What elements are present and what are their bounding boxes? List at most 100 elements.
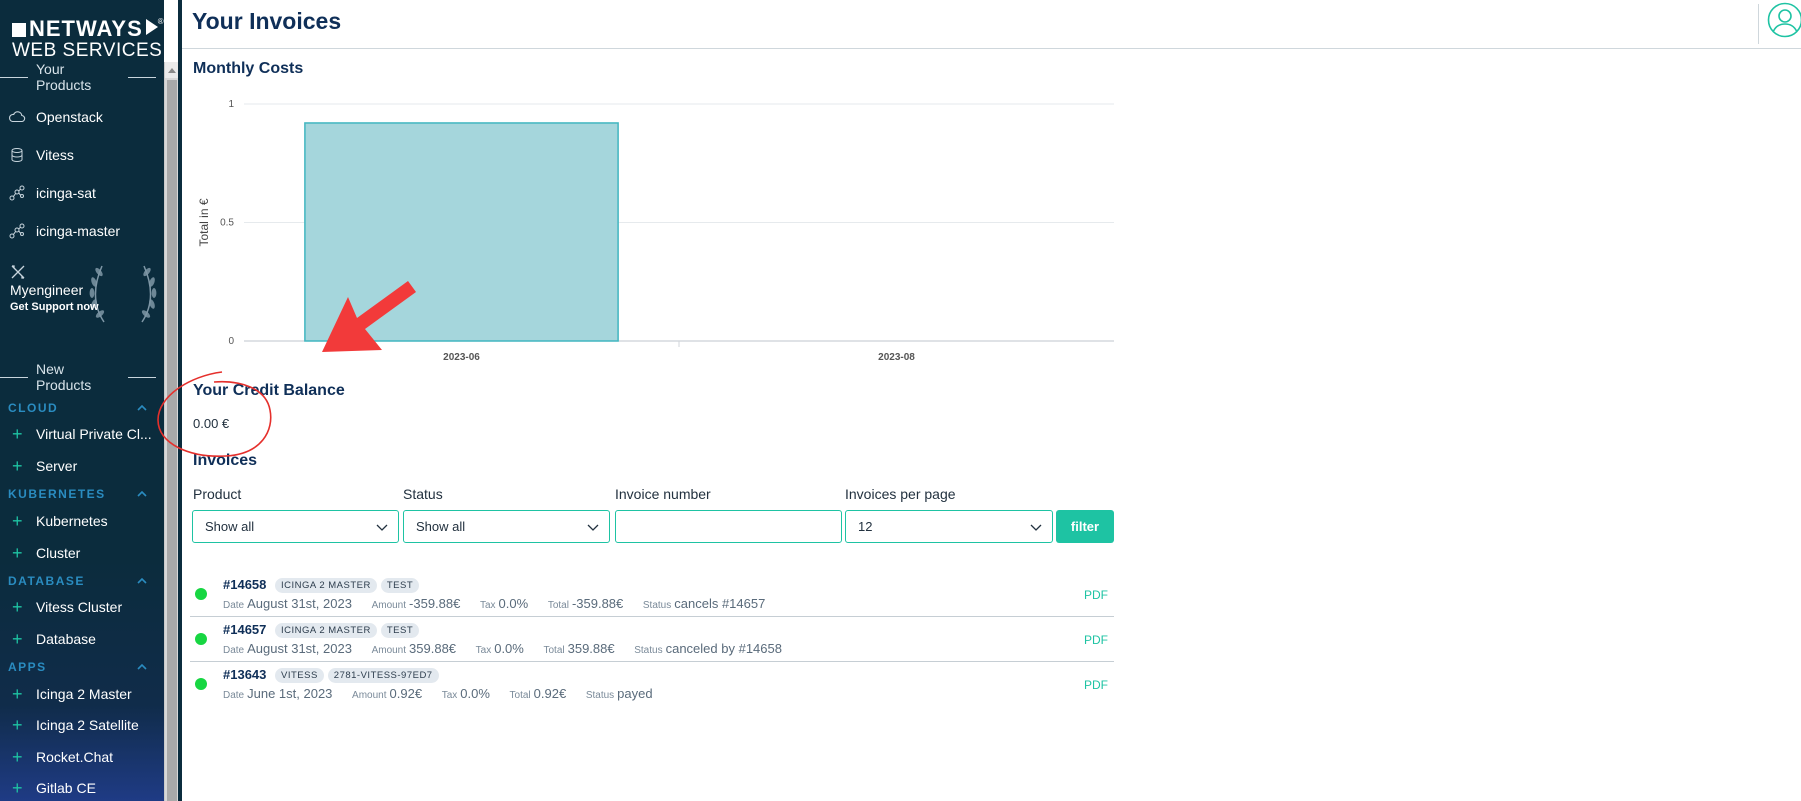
- cloud-icon: [8, 108, 26, 126]
- filter-button[interactable]: filter: [1056, 510, 1114, 543]
- pdf-download-link[interactable]: PDF: [1084, 588, 1108, 602]
- amount-key: Amount: [371, 600, 407, 611]
- netways-logo[interactable]: NETWAYS ® WEB SERVICES: [12, 10, 164, 61]
- chart-y-tick-label: 0: [228, 336, 234, 347]
- status-dot: [195, 678, 207, 690]
- new-product-rocket-chat[interactable]: + Rocket.Chat: [12, 747, 113, 767]
- category-label: DATABASE: [8, 574, 85, 588]
- category-apps[interactable]: APPS: [8, 659, 148, 675]
- category-label: CLOUD: [8, 401, 59, 415]
- sidebar-item-label: icinga-master: [36, 223, 121, 239]
- total-key: Total: [509, 690, 531, 701]
- invoice-amount: 0.92€: [389, 686, 423, 701]
- monthly-costs-chart: 0 0.5 1 2023-06 2023-08 Total in €: [197, 99, 1114, 363]
- new-product-gitlab-ce[interactable]: + Gitlab CE: [12, 778, 96, 798]
- status-select[interactable]: Show all: [403, 510, 610, 543]
- chart-y-tick-label: 0.5: [220, 218, 234, 229]
- laurel-wreath-icon: [89, 265, 157, 323]
- invoice-row[interactable]: #14657 ICINGA 2 MASTER TEST Date August 3…: [190, 618, 1114, 662]
- scrollbar-thumb[interactable]: [167, 80, 177, 801]
- chart-x-tick-label: 2023-08: [878, 352, 915, 363]
- tax-key: Tax: [441, 690, 458, 701]
- category-cloud[interactable]: CLOUD: [8, 400, 148, 416]
- product-filter-label: Product: [193, 486, 242, 502]
- plus-icon: +: [12, 597, 23, 617]
- pdf-download-link[interactable]: PDF: [1084, 678, 1108, 692]
- new-product-label: Database: [36, 631, 96, 647]
- invoice-date: June 1st, 2023: [247, 686, 333, 701]
- new-product-label: Icinga 2 Satellite: [36, 717, 139, 733]
- product-select[interactable]: Show all: [192, 510, 399, 543]
- myengineer-support-link[interactable]: Myengineer Get Support now: [8, 262, 163, 332]
- invoice-row[interactable]: #14658 ICINGA 2 MASTER TEST Date August 3…: [190, 573, 1114, 617]
- amount-key: Amount: [371, 645, 407, 656]
- new-product-label: Server: [36, 458, 78, 474]
- sidebar-item-icinga-master[interactable]: icinga-master: [8, 220, 120, 242]
- invoices-per-page-select[interactable]: 12: [845, 510, 1053, 543]
- status-dot: [195, 588, 207, 600]
- plus-icon: +: [12, 543, 23, 563]
- invoice-total: 359.88€: [567, 641, 615, 656]
- new-product-server[interactable]: + Server: [12, 456, 77, 476]
- user-avatar-icon[interactable]: [1767, 2, 1801, 38]
- new-product-vitess-cluster[interactable]: + Vitess Cluster: [12, 597, 122, 617]
- new-product-icinga-2-satellite[interactable]: + Icinga 2 Satellite: [12, 715, 139, 735]
- invoice-total: 0.92€: [533, 686, 567, 701]
- status-key: Status: [634, 645, 663, 656]
- invoice-tag: ICINGA 2 MASTER: [275, 578, 377, 593]
- category-kubernetes[interactable]: KUBERNETES: [8, 486, 148, 502]
- invoices-title: Invoices: [193, 452, 258, 469]
- sidebar-edge: [178, 0, 182, 801]
- new-product-label: Gitlab CE: [36, 780, 96, 796]
- sidebar-item-icinga-sat[interactable]: icinga-sat: [8, 182, 96, 204]
- sidebar-item-label: icinga-sat: [36, 185, 96, 201]
- invoices-per-page-value: 12: [858, 519, 873, 534]
- invoice-amount: 359.88€: [409, 641, 457, 656]
- invoice-number-label: Invoice number: [615, 486, 711, 502]
- invoice-tax: 0.0%: [460, 686, 490, 701]
- sidebar-item-openstack[interactable]: Openstack: [8, 106, 103, 128]
- sidebar-item-vitess[interactable]: Vitess: [8, 144, 74, 166]
- app-root: NETWAYS ® WEB SERVICES Your Products Open…: [0, 0, 1801, 801]
- new-product-icinga-2-master[interactable]: + Icinga 2 Master: [12, 684, 132, 704]
- invoices-per-page-label: Invoices per page: [845, 486, 956, 502]
- chart-x-tick-label: 2023-06: [443, 352, 480, 363]
- invoice-tag: ICINGA 2 MASTER: [275, 623, 377, 638]
- invoice-status: cancels #14657: [674, 596, 766, 611]
- date-key: Date: [223, 600, 245, 611]
- plus-icon: +: [12, 456, 23, 476]
- invoice-tags: ICINGA 2 MASTER TEST: [275, 623, 420, 638]
- status-key: Status: [642, 600, 672, 611]
- total-key: Total: [547, 600, 569, 611]
- status-dot: [195, 633, 207, 645]
- your-products-title: Your Products: [0, 61, 164, 93]
- invoice-number: #14657: [223, 622, 267, 637]
- new-product-kubernetes[interactable]: + Kubernetes: [12, 511, 108, 531]
- invoice-row[interactable]: #13643 VITESS 2781-VITESS-97ED7 Date June…: [190, 663, 1114, 707]
- new-product-cluster[interactable]: + Cluster: [12, 543, 80, 563]
- tools-icon: [11, 265, 25, 279]
- new-product-label: Rocket.Chat: [36, 749, 114, 765]
- new-product-label: Virtual Private Cl...: [36, 426, 152, 442]
- invoice-tax: 0.0%: [498, 596, 529, 611]
- new-product-virtual-private-cloud[interactable]: + Virtual Private Cl...: [12, 424, 152, 444]
- plus-icon: +: [12, 424, 23, 444]
- chevron-up-icon: [137, 490, 147, 497]
- pdf-download-link[interactable]: PDF: [1084, 633, 1108, 647]
- header-divider: [1758, 4, 1759, 44]
- invoice-amount: -359.88€: [409, 596, 461, 611]
- invoice-tags: VITESS 2781-VITESS-97ED7: [275, 668, 439, 683]
- new-product-label: Icinga 2 Master: [36, 686, 132, 702]
- new-product-database[interactable]: + Database: [12, 629, 96, 649]
- invoice-number-input[interactable]: [615, 510, 842, 543]
- scroll-up-arrow[interactable]: [165, 62, 179, 78]
- sidebar: NETWAYS ® WEB SERVICES Your Products Open…: [0, 0, 164, 801]
- category-database[interactable]: DATABASE: [8, 573, 148, 589]
- category-label: KUBERNETES: [8, 487, 106, 501]
- sidebar-scrollbar[interactable]: [164, 62, 179, 801]
- chevron-down-icon: [1030, 524, 1042, 531]
- date-key: Date: [223, 690, 245, 701]
- database-icon: [8, 146, 26, 164]
- chart-y-axis-label: Total in €: [197, 198, 211, 246]
- invoice-number: #14658: [223, 577, 267, 592]
